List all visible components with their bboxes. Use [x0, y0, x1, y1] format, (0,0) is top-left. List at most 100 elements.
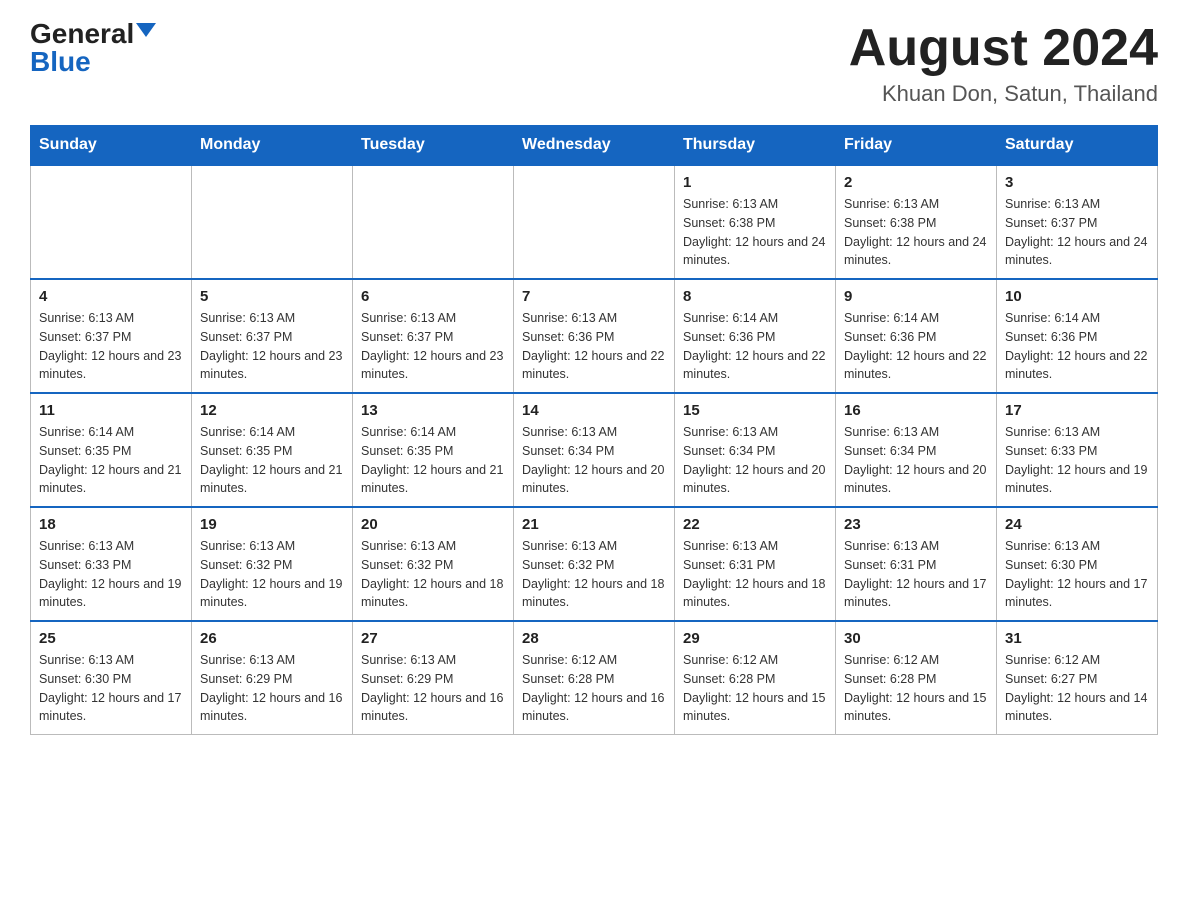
page-header: General Blue August 2024 Khuan Don, Satu…: [30, 20, 1158, 107]
calendar-cell: 22 Sunrise: 6:13 AMSunset: 6:31 PMDayligh…: [675, 507, 836, 621]
day-number: 23: [844, 516, 988, 533]
day-info: Sunrise: 6:13 AMSunset: 6:29 PMDaylight:…: [361, 651, 505, 726]
calendar-cell: 31Sunrise: 6:12 AMSunset: 6:27 PMDayligh…: [997, 621, 1158, 735]
calendar-week-row: 11 Sunrise: 6:14 AMSunset: 6:35 PMDayligh…: [31, 393, 1158, 507]
day-number: 28: [522, 630, 666, 647]
day-info: Sunrise: 6:13 AMSunset: 6:37 PMDaylight:…: [361, 309, 505, 384]
day-of-week-header: Thursday: [675, 126, 836, 166]
day-number: 2: [844, 174, 988, 191]
calendar-cell: 12Sunrise: 6:14 AMSunset: 6:35 PMDayligh…: [192, 393, 353, 507]
day-info: Sunrise: 6:13 AMSunset: 6:32 PMDaylight:…: [522, 537, 666, 612]
day-info: Sunrise: 6:14 AMSunset: 6:35 PMDaylight:…: [361, 423, 505, 498]
day-info: Sunrise: 6:13 AMSunset: 6:37 PMDaylight:…: [39, 309, 183, 384]
calendar-cell: 26Sunrise: 6:13 AMSunset: 6:29 PMDayligh…: [192, 621, 353, 735]
day-number: 16: [844, 402, 988, 419]
calendar-cell: 15 Sunrise: 6:13 AMSunset: 6:34 PMDayligh…: [675, 393, 836, 507]
day-number: 11: [39, 402, 183, 419]
calendar-cell: 27 Sunrise: 6:13 AMSunset: 6:29 PMDayligh…: [353, 621, 514, 735]
calendar-cell: [31, 165, 192, 279]
logo: General Blue: [30, 20, 156, 76]
day-info: Sunrise: 6:12 AMSunset: 6:28 PMDaylight:…: [522, 651, 666, 726]
day-number: 21: [522, 516, 666, 533]
day-info: Sunrise: 6:13 AMSunset: 6:38 PMDaylight:…: [844, 195, 988, 270]
calendar-cell: 28 Sunrise: 6:12 AMSunset: 6:28 PMDayligh…: [514, 621, 675, 735]
calendar-cell: 30Sunrise: 6:12 AMSunset: 6:28 PMDayligh…: [836, 621, 997, 735]
day-number: 9: [844, 288, 988, 305]
day-number: 27: [361, 630, 505, 647]
day-of-week-header: Friday: [836, 126, 997, 166]
day-number: 3: [1005, 174, 1149, 191]
day-info: Sunrise: 6:13 AMSunset: 6:31 PMDaylight:…: [683, 537, 827, 612]
day-info: Sunrise: 6:14 AMSunset: 6:36 PMDaylight:…: [844, 309, 988, 384]
calendar-cell: 18 Sunrise: 6:13 AMSunset: 6:33 PMDayligh…: [31, 507, 192, 621]
calendar-cell: 21 Sunrise: 6:13 AMSunset: 6:32 PMDayligh…: [514, 507, 675, 621]
calendar-cell: 13Sunrise: 6:14 AMSunset: 6:35 PMDayligh…: [353, 393, 514, 507]
calendar-cell: 23 Sunrise: 6:13 AMSunset: 6:31 PMDayligh…: [836, 507, 997, 621]
calendar-cell: 19Sunrise: 6:13 AMSunset: 6:32 PMDayligh…: [192, 507, 353, 621]
calendar-cell: 2 Sunrise: 6:13 AMSunset: 6:38 PMDaylight…: [836, 165, 997, 279]
calendar-cell: [353, 165, 514, 279]
day-info: Sunrise: 6:14 AMSunset: 6:35 PMDaylight:…: [39, 423, 183, 498]
day-number: 12: [200, 402, 344, 419]
day-number: 6: [361, 288, 505, 305]
calendar-cell: 8Sunrise: 6:14 AMSunset: 6:36 PMDaylight…: [675, 279, 836, 393]
day-number: 15: [683, 402, 827, 419]
day-info: Sunrise: 6:13 AMSunset: 6:32 PMDaylight:…: [361, 537, 505, 612]
day-info: Sunrise: 6:13 AMSunset: 6:33 PMDaylight:…: [39, 537, 183, 612]
calendar-cell: 5 Sunrise: 6:13 AMSunset: 6:37 PMDaylight…: [192, 279, 353, 393]
day-info: Sunrise: 6:13 AMSunset: 6:34 PMDaylight:…: [683, 423, 827, 498]
calendar-cell: 16Sunrise: 6:13 AMSunset: 6:34 PMDayligh…: [836, 393, 997, 507]
month-title: August 2024: [849, 20, 1158, 77]
day-number: 4: [39, 288, 183, 305]
day-info: Sunrise: 6:14 AMSunset: 6:36 PMDaylight:…: [683, 309, 827, 384]
day-info: Sunrise: 6:13 AMSunset: 6:31 PMDaylight:…: [844, 537, 988, 612]
calendar-week-row: 4 Sunrise: 6:13 AMSunset: 6:37 PMDaylight…: [31, 279, 1158, 393]
calendar-week-row: 1 Sunrise: 6:13 AMSunset: 6:38 PMDaylight…: [31, 165, 1158, 279]
day-number: 26: [200, 630, 344, 647]
calendar-cell: 25Sunrise: 6:13 AMSunset: 6:30 PMDayligh…: [31, 621, 192, 735]
logo-text-blue: Blue: [30, 48, 91, 76]
day-number: 25: [39, 630, 183, 647]
calendar-table: SundayMondayTuesdayWednesdayThursdayFrid…: [30, 125, 1158, 735]
day-number: 24: [1005, 516, 1149, 533]
day-number: 7: [522, 288, 666, 305]
day-of-week-header: Wednesday: [514, 126, 675, 166]
calendar-week-row: 18 Sunrise: 6:13 AMSunset: 6:33 PMDayligh…: [31, 507, 1158, 621]
calendar-week-row: 25Sunrise: 6:13 AMSunset: 6:30 PMDayligh…: [31, 621, 1158, 735]
day-number: 22: [683, 516, 827, 533]
day-info: Sunrise: 6:13 AMSunset: 6:30 PMDaylight:…: [1005, 537, 1149, 612]
day-of-week-header: Monday: [192, 126, 353, 166]
title-area: August 2024 Khuan Don, Satun, Thailand: [849, 20, 1158, 107]
day-info: Sunrise: 6:12 AMSunset: 6:28 PMDaylight:…: [683, 651, 827, 726]
day-info: Sunrise: 6:13 AMSunset: 6:38 PMDaylight:…: [683, 195, 827, 270]
calendar-cell: 6 Sunrise: 6:13 AMSunset: 6:37 PMDaylight…: [353, 279, 514, 393]
day-of-week-header: Sunday: [31, 126, 192, 166]
calendar-cell: 20 Sunrise: 6:13 AMSunset: 6:32 PMDayligh…: [353, 507, 514, 621]
logo-triangle-icon: [136, 23, 156, 37]
day-info: Sunrise: 6:13 AMSunset: 6:37 PMDaylight:…: [200, 309, 344, 384]
calendar-cell: [514, 165, 675, 279]
day-info: Sunrise: 6:14 AMSunset: 6:36 PMDaylight:…: [1005, 309, 1149, 384]
day-number: 1: [683, 174, 827, 191]
calendar-cell: 4 Sunrise: 6:13 AMSunset: 6:37 PMDaylight…: [31, 279, 192, 393]
day-info: Sunrise: 6:13 AMSunset: 6:33 PMDaylight:…: [1005, 423, 1149, 498]
calendar-cell: 29 Sunrise: 6:12 AMSunset: 6:28 PMDayligh…: [675, 621, 836, 735]
day-number: 18: [39, 516, 183, 533]
day-info: Sunrise: 6:13 AMSunset: 6:36 PMDaylight:…: [522, 309, 666, 384]
calendar-cell: 11 Sunrise: 6:14 AMSunset: 6:35 PMDayligh…: [31, 393, 192, 507]
day-info: Sunrise: 6:12 AMSunset: 6:27 PMDaylight:…: [1005, 651, 1149, 726]
calendar-cell: [192, 165, 353, 279]
day-number: 14: [522, 402, 666, 419]
day-info: Sunrise: 6:13 AMSunset: 6:34 PMDaylight:…: [522, 423, 666, 498]
calendar-cell: 7 Sunrise: 6:13 AMSunset: 6:36 PMDaylight…: [514, 279, 675, 393]
location-title: Khuan Don, Satun, Thailand: [849, 81, 1158, 107]
day-number: 20: [361, 516, 505, 533]
day-number: 5: [200, 288, 344, 305]
calendar-cell: 9 Sunrise: 6:14 AMSunset: 6:36 PMDaylight…: [836, 279, 997, 393]
day-number: 29: [683, 630, 827, 647]
calendar-cell: 17 Sunrise: 6:13 AMSunset: 6:33 PMDayligh…: [997, 393, 1158, 507]
day-number: 17: [1005, 402, 1149, 419]
calendar-cell: 3Sunrise: 6:13 AMSunset: 6:37 PMDaylight…: [997, 165, 1158, 279]
day-info: Sunrise: 6:12 AMSunset: 6:28 PMDaylight:…: [844, 651, 988, 726]
calendar-cell: 24 Sunrise: 6:13 AMSunset: 6:30 PMDayligh…: [997, 507, 1158, 621]
